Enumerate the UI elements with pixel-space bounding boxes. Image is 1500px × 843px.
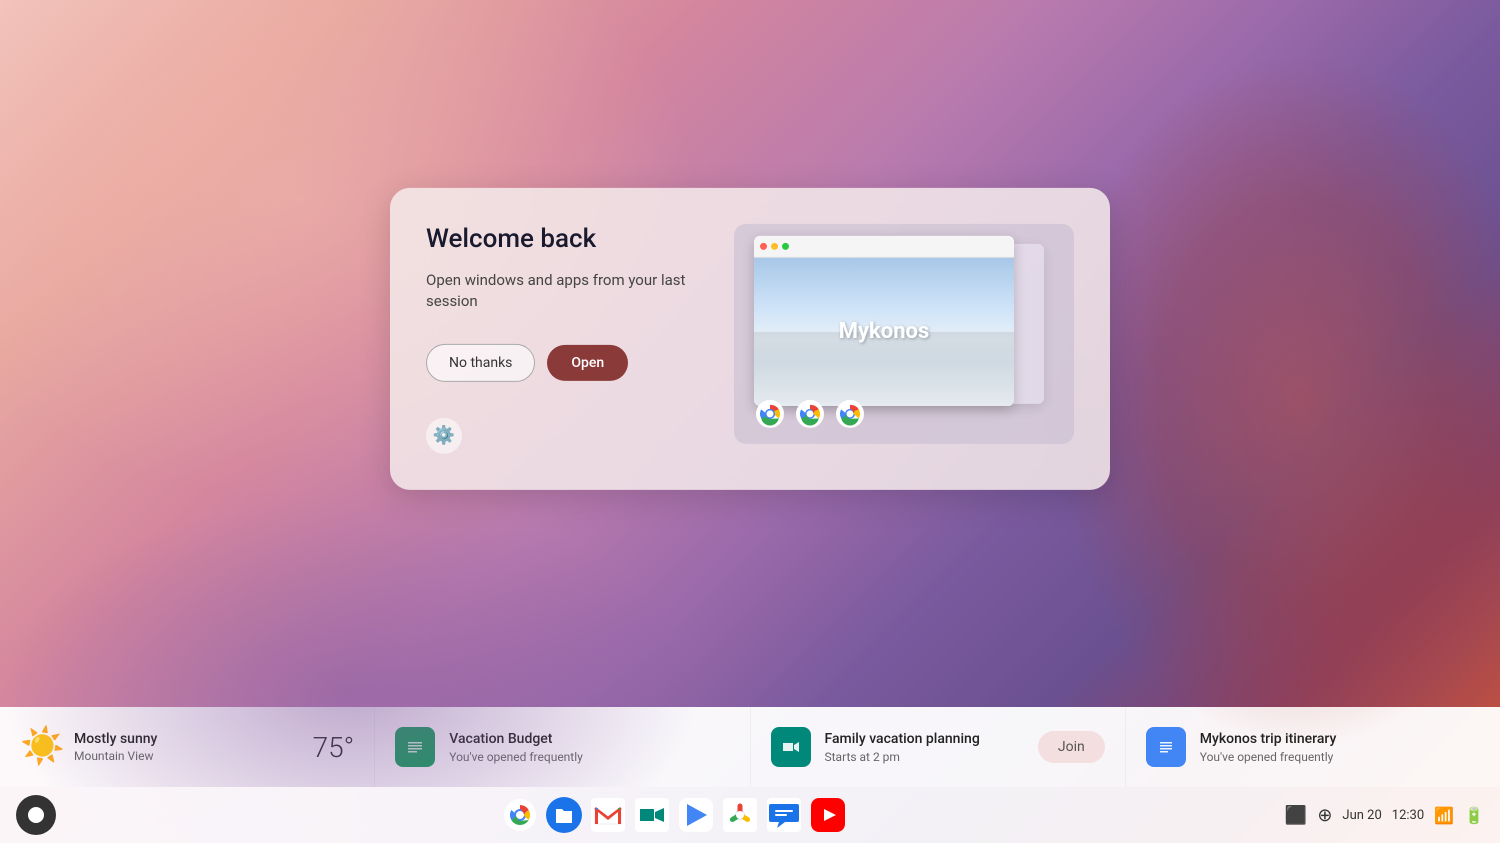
taskbar-status: ⬛ ⊕ Jun 20 12:30 📶 🔋 xyxy=(1285,805,1484,826)
welcome-dialog: Welcome back Open windows and apps from … xyxy=(390,187,1110,489)
preview-chrome-icon-1 xyxy=(754,397,786,429)
preview-mykonos-text: Mykonos xyxy=(839,319,930,344)
docs-card-icon xyxy=(1146,727,1186,767)
gear-button[interactable]: ⚙️ xyxy=(426,417,462,453)
weather-condition: Mostly sunny xyxy=(74,731,313,747)
open-button[interactable]: Open xyxy=(547,344,628,380)
battery-icon: 🔋 xyxy=(1464,806,1484,825)
messages-app[interactable] xyxy=(764,795,804,835)
shelf-cards: ☀️ Mostly sunny Mountain View 75° Vacati… xyxy=(0,707,1500,787)
vacation-budget-subtitle: You've opened frequently xyxy=(449,750,729,764)
photos-app[interactable] xyxy=(720,795,760,835)
preview-browser-main: Mykonos xyxy=(754,235,1014,405)
preview-chrome-icons xyxy=(754,397,866,429)
browser-toolbar xyxy=(754,235,1014,257)
browser-content: Mykonos xyxy=(754,257,1014,405)
vacation-budget-card[interactable]: Vacation Budget You've opened frequently xyxy=(375,707,750,787)
play-app[interactable] xyxy=(676,795,716,835)
browser-close-dot xyxy=(760,242,767,249)
family-planning-title: Family vacation planning xyxy=(825,731,1024,747)
browser-maximize-dot xyxy=(782,242,789,249)
vacation-budget-info: Vacation Budget You've opened frequently xyxy=(449,731,729,764)
browser-minimize-dot xyxy=(771,242,778,249)
no-thanks-button[interactable]: No thanks xyxy=(426,343,535,381)
dialog-subtitle: Open windows and apps from your last ses… xyxy=(426,269,704,311)
dialog-left: Welcome back Open windows and apps from … xyxy=(426,223,704,453)
gmail-app[interactable] xyxy=(588,795,628,835)
launcher-icon xyxy=(28,807,44,823)
youtube-app[interactable] xyxy=(808,795,848,835)
dialog-preview: Mykonos xyxy=(734,223,1074,443)
family-planning-subtitle: Starts at 2 pm xyxy=(825,750,1024,764)
time-display: 12:30 xyxy=(1392,808,1424,823)
files-app[interactable] xyxy=(544,795,584,835)
add-icon: ⊕ xyxy=(1317,805,1332,826)
taskbar-apps xyxy=(64,795,1285,835)
mykonos-card[interactable]: Mykonos trip itinerary You've opened fre… xyxy=(1126,707,1500,787)
weather-icon: ☀️ xyxy=(20,725,64,769)
weather-card[interactable]: ☀️ Mostly sunny Mountain View 75° xyxy=(0,707,375,787)
screen-capture-icon: ⬛ xyxy=(1285,805,1307,826)
weather-info: Mostly sunny Mountain View xyxy=(74,731,313,763)
date-display: Jun 20 xyxy=(1342,808,1381,823)
meet-card-icon xyxy=(771,727,811,767)
weather-location: Mountain View xyxy=(74,749,313,763)
mykonos-subtitle: You've opened frequently xyxy=(1200,750,1480,764)
join-button[interactable]: Join xyxy=(1038,731,1105,763)
launcher-button[interactable] xyxy=(16,795,56,835)
chrome-app[interactable] xyxy=(500,795,540,835)
wifi-icon: 📶 xyxy=(1434,806,1454,825)
main-area: Welcome back Open windows and apps from … xyxy=(0,0,1500,707)
meet-app[interactable] xyxy=(632,795,672,835)
mykonos-title: Mykonos trip itinerary xyxy=(1200,731,1480,747)
dialog-title: Welcome back xyxy=(426,223,704,253)
taskbar: ⬛ ⊕ Jun 20 12:30 📶 🔋 xyxy=(0,787,1500,843)
gear-icon: ⚙️ xyxy=(433,425,455,446)
preview-chrome-icon-2 xyxy=(794,397,826,429)
family-planning-info: Family vacation planning Starts at 2 pm xyxy=(825,731,1024,764)
desktop: Welcome back Open windows and apps from … xyxy=(0,0,1500,843)
sheets-icon xyxy=(395,727,435,767)
vacation-budget-title: Vacation Budget xyxy=(449,731,729,747)
mykonos-info: Mykonos trip itinerary You've opened fre… xyxy=(1200,731,1480,764)
dialog-buttons: No thanks Open xyxy=(426,343,704,381)
preview-chrome-icon-3 xyxy=(834,397,866,429)
weather-temperature: 75° xyxy=(313,731,355,764)
family-planning-card[interactable]: Family vacation planning Starts at 2 pm … xyxy=(751,707,1126,787)
